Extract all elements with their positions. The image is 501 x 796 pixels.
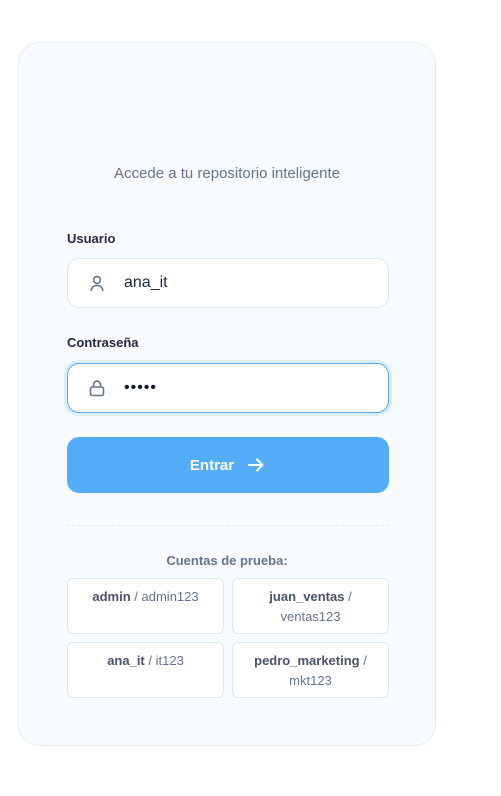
lock-icon [88, 379, 106, 397]
test-account-separator: / [130, 589, 142, 604]
username-input[interactable] [124, 274, 364, 292]
test-account-password: mkt123 [289, 673, 332, 688]
password-field[interactable] [67, 363, 389, 413]
test-account-card[interactable]: admin / admin123 [67, 578, 224, 634]
arrow-right-icon [246, 455, 266, 475]
submit-button[interactable]: Entrar [67, 437, 389, 493]
test-account-password: it123 [155, 653, 184, 668]
login-card: Accede a tu repositorio inteligente Usua… [18, 42, 436, 746]
test-account-card[interactable]: ana_it / it123 [67, 642, 224, 698]
test-account-user: juan_ventas [269, 589, 345, 604]
test-accounts-title: Cuentas de prueba: [166, 553, 288, 568]
test-account-separator: / [344, 589, 352, 604]
user-icon [88, 274, 106, 292]
username-label: Usuario [67, 231, 116, 246]
test-account-user: pedro_marketing [254, 653, 360, 668]
test-account-separator: / [359, 653, 367, 668]
test-account-password: ventas123 [280, 609, 341, 624]
test-account-password: admin123 [141, 589, 199, 604]
submit-button-label: Entrar [189, 456, 235, 474]
divider [67, 525, 389, 526]
test-account-user: ana_it [107, 653, 145, 668]
password-input[interactable] [124, 379, 364, 397]
password-label: Contraseña [67, 335, 139, 350]
test-account-user: admin [92, 589, 131, 604]
test-account-separator: / [144, 653, 156, 668]
test-account-card[interactable]: pedro_marketing / mkt123 [232, 642, 389, 698]
test-accounts-grid: admin / admin123 juan_ventas / ventas123… [67, 578, 389, 698]
test-account-card[interactable]: juan_ventas / ventas123 [232, 578, 389, 634]
login-subtitle: Accede a tu repositorio inteligente [114, 165, 340, 182]
username-field[interactable] [67, 258, 389, 308]
